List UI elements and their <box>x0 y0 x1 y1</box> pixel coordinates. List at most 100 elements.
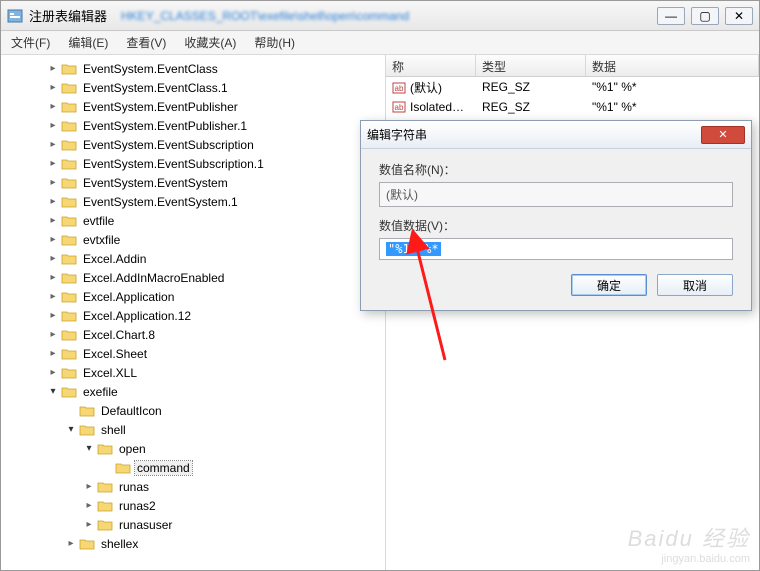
tree-item[interactable]: ▸ Excel.Addin <box>1 249 385 268</box>
menu-file[interactable]: 文件(F) <box>11 34 50 51</box>
expand-icon[interactable]: ▸ <box>47 63 59 74</box>
tree-item-label[interactable]: EventSystem.EventPublisher <box>81 100 240 114</box>
tree-item[interactable]: ▸ runas <box>1 477 385 496</box>
col-header-type[interactable]: 类型 <box>476 55 586 76</box>
expand-icon[interactable]: ▸ <box>47 367 59 378</box>
tree-item[interactable]: ▸ EventSystem.EventSubscription <box>1 135 385 154</box>
tree-item[interactable]: command <box>1 458 385 477</box>
tree-item-label[interactable]: Excel.Addin <box>81 252 148 266</box>
expand-icon[interactable]: ▸ <box>47 234 59 245</box>
expand-icon[interactable]: ▸ <box>47 215 59 226</box>
tree-item-label[interactable]: EventSystem.EventSubscription <box>81 138 256 152</box>
list-row[interactable]: ab(默认)REG_SZ"%1" %* <box>386 77 759 97</box>
tree-item[interactable]: ▸ evtfile <box>1 211 385 230</box>
dialog-close-button[interactable]: ✕ <box>701 126 745 144</box>
tree-item-label[interactable]: EventSystem.EventSubscription.1 <box>81 157 266 171</box>
tree-item-label[interactable]: Excel.AddInMacroEnabled <box>81 271 226 285</box>
tree-item-label[interactable]: runas <box>117 480 151 494</box>
value-name-field[interactable]: (默认) <box>379 182 733 207</box>
folder-icon <box>61 176 77 190</box>
tree-item[interactable]: ▸ EventSystem.EventSubscription.1 <box>1 154 385 173</box>
tree-item[interactable]: ▸ EventSystem.EventPublisher.1 <box>1 116 385 135</box>
expand-icon[interactable]: ▸ <box>83 481 95 492</box>
tree-item-label[interactable]: shell <box>99 423 128 437</box>
expand-icon[interactable]: ▸ <box>47 329 59 340</box>
tree-item[interactable]: ▸ Excel.Chart.8 <box>1 325 385 344</box>
close-button[interactable]: ✕ <box>725 7 753 25</box>
collapse-icon[interactable]: ▾ <box>83 443 95 454</box>
tree-item-label[interactable]: shellex <box>99 537 140 551</box>
tree-item-label[interactable]: Excel.Chart.8 <box>81 328 157 342</box>
tree-item[interactable]: ▸ runas2 <box>1 496 385 515</box>
tree-item-label[interactable]: EventSystem.EventPublisher.1 <box>81 119 249 133</box>
expand-icon[interactable]: ▸ <box>47 272 59 283</box>
tree-item[interactable]: ▸ EventSystem.EventSystem.1 <box>1 192 385 211</box>
folder-icon <box>79 423 95 437</box>
expand-icon[interactable]: ▸ <box>47 348 59 359</box>
tree-item[interactable]: ▸ Excel.Sheet <box>1 344 385 363</box>
expand-icon[interactable]: ▸ <box>47 196 59 207</box>
tree-item[interactable]: DefaultIcon <box>1 401 385 420</box>
folder-icon <box>97 499 113 513</box>
tree-item[interactable]: ▸ Excel.Application.12 <box>1 306 385 325</box>
minimize-button[interactable]: — <box>657 7 685 25</box>
tree-item-label[interactable]: Excel.XLL <box>81 366 139 380</box>
tree-item-label[interactable]: runas2 <box>117 499 158 513</box>
tree-item-label[interactable]: open <box>117 442 148 456</box>
expand-icon[interactable]: ▸ <box>47 291 59 302</box>
tree-item[interactable]: ▸ EventSystem.EventPublisher <box>1 97 385 116</box>
tree-item-label[interactable]: DefaultIcon <box>99 404 164 418</box>
value-data-field[interactable]: "%1" %* <box>379 238 733 260</box>
tree-item[interactable]: ▸ Excel.AddInMacroEnabled <box>1 268 385 287</box>
tree-item[interactable]: ▸ runasuser <box>1 515 385 534</box>
expand-icon[interactable]: ▸ <box>47 310 59 321</box>
tree-item-label[interactable]: Excel.Sheet <box>81 347 149 361</box>
expand-icon[interactable]: ▸ <box>47 120 59 131</box>
tree-item[interactable]: ▸ EventSystem.EventSystem <box>1 173 385 192</box>
tree-item[interactable]: ▸ EventSystem.EventClass <box>1 59 385 78</box>
collapse-icon[interactable]: ▾ <box>47 386 59 397</box>
menu-favorites[interactable]: 收藏夹(A) <box>184 34 236 51</box>
tree-item-label[interactable]: Excel.Application <box>81 290 176 304</box>
menu-edit[interactable]: 编辑(E) <box>68 34 108 51</box>
menu-help[interactable]: 帮助(H) <box>254 34 295 51</box>
tree-item[interactable]: ▸ evtxfile <box>1 230 385 249</box>
expand-icon[interactable]: ▸ <box>47 177 59 188</box>
expand-icon[interactable]: ▸ <box>47 139 59 150</box>
folder-icon <box>61 62 77 76</box>
tree-item-label[interactable]: evtxfile <box>81 233 122 247</box>
col-header-data[interactable]: 数据 <box>586 55 759 76</box>
dialog-titlebar[interactable]: 编辑字符串 ✕ <box>361 121 751 149</box>
tree-item[interactable]: ▾ shell <box>1 420 385 439</box>
maximize-button[interactable]: ▢ <box>691 7 719 25</box>
tree-item[interactable]: ▸ shellex <box>1 534 385 553</box>
tree-pane[interactable]: ▸ EventSystem.EventClass ▸ EventSystem.Even… <box>1 55 386 570</box>
expand-icon[interactable]: ▸ <box>47 253 59 264</box>
menu-view[interactable]: 查看(V) <box>126 34 166 51</box>
col-header-name[interactable]: 称 <box>386 55 476 76</box>
tree-item-label[interactable]: EventSystem.EventSystem <box>81 176 230 190</box>
tree-item-label[interactable]: runasuser <box>117 518 174 532</box>
tree-item[interactable]: ▸ Excel.XLL <box>1 363 385 382</box>
tree-item-label[interactable]: exefile <box>81 385 120 399</box>
tree-item[interactable]: ▸ Excel.Application <box>1 287 385 306</box>
tree-item[interactable]: ▾ exefile <box>1 382 385 401</box>
tree-item-label[interactable]: EventSystem.EventClass.1 <box>81 81 230 95</box>
ok-button[interactable]: 确定 <box>571 274 647 296</box>
tree-item[interactable]: ▸ EventSystem.EventClass.1 <box>1 78 385 97</box>
cancel-button[interactable]: 取消 <box>657 274 733 296</box>
expand-icon[interactable]: ▸ <box>47 101 59 112</box>
tree-item-label[interactable]: evtfile <box>81 214 116 228</box>
tree-item-label[interactable]: EventSystem.EventClass <box>81 62 220 76</box>
list-row[interactable]: abIsolatedComm...REG_SZ"%1" %* <box>386 97 759 117</box>
expand-icon[interactable]: ▸ <box>47 158 59 169</box>
expand-icon[interactable]: ▸ <box>83 519 95 530</box>
expand-icon[interactable]: ▸ <box>83 500 95 511</box>
tree-item-label[interactable]: command <box>135 461 192 475</box>
expand-icon[interactable]: ▸ <box>65 538 77 549</box>
expand-icon[interactable]: ▸ <box>47 82 59 93</box>
collapse-icon[interactable]: ▾ <box>65 424 77 435</box>
tree-item-label[interactable]: EventSystem.EventSystem.1 <box>81 195 240 209</box>
tree-item-label[interactable]: Excel.Application.12 <box>81 309 193 323</box>
tree-item[interactable]: ▾ open <box>1 439 385 458</box>
